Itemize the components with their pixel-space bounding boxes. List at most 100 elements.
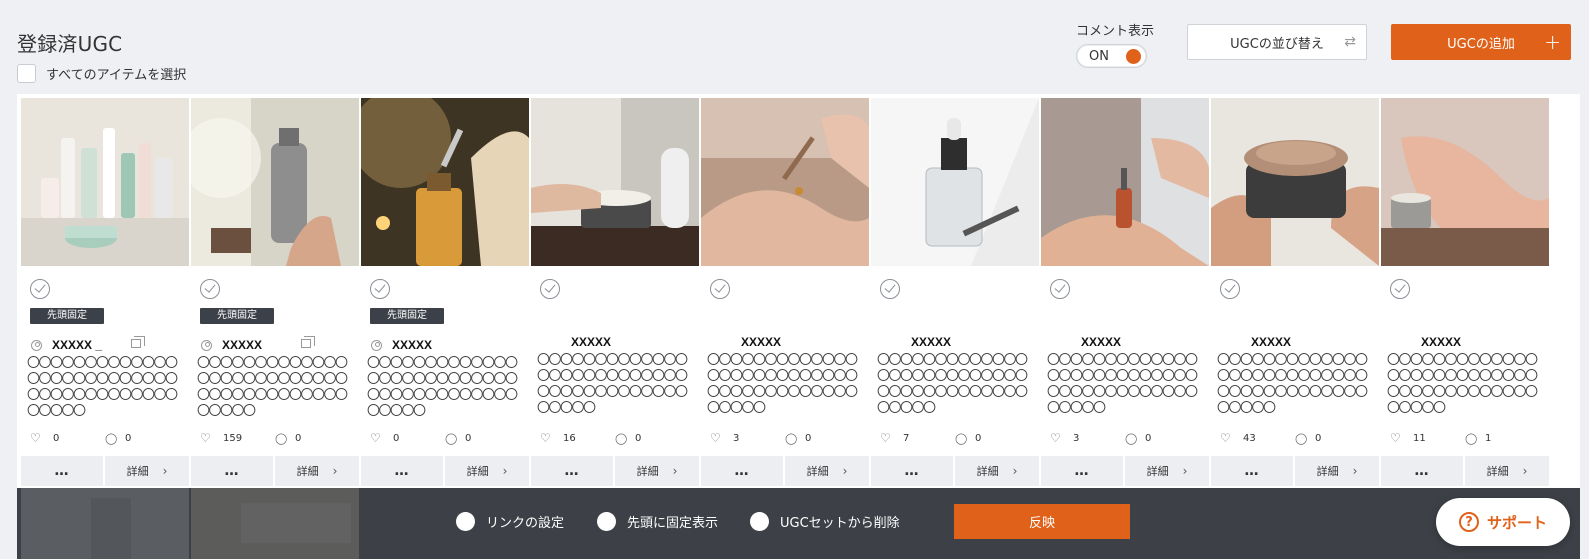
select-check-icon[interactable] [1220, 279, 1240, 299]
like-count: 159 [223, 432, 243, 444]
select-all-checkbox[interactable] [17, 64, 36, 83]
chevron-right-icon: › [1352, 464, 1358, 478]
detail-button[interactable]: 詳細 › [1465, 456, 1549, 486]
heart-icon: ♡ [30, 431, 41, 445]
detail-button[interactable]: 詳細 › [445, 456, 529, 486]
pinned-badge: 先頭固定 [370, 308, 444, 324]
select-check-icon[interactable] [200, 279, 220, 299]
help-icon: ? [1458, 512, 1479, 532]
user-icon [201, 339, 212, 351]
support-label: サポート [1486, 513, 1547, 532]
comment-toggle-value: ON [1089, 48, 1109, 64]
select-check-icon[interactable] [710, 279, 730, 299]
ugc-thumbnail[interactable] [871, 98, 1039, 266]
chevron-right-icon: › [1012, 464, 1018, 478]
more-options-button[interactable]: … [361, 456, 443, 486]
detail-button[interactable]: 詳細 › [1125, 456, 1209, 486]
comment-count: 1 [1485, 432, 1492, 444]
more-options-button[interactable]: … [1211, 456, 1293, 486]
page-title: 登録済UGC [17, 32, 123, 56]
ugc-caption: 〇〇〇〇〇〇〇〇〇〇〇〇〇〇〇〇〇〇〇〇〇〇〇〇〇〇〇〇〇〇〇〇〇〇〇〇〇〇〇〇… [1047, 353, 1198, 416]
ugc-thumbnail[interactable] [191, 98, 359, 266]
card-actions: … 詳細 › [21, 456, 189, 486]
like-count: 3 [733, 432, 740, 444]
radio-circle[interactable] [597, 512, 616, 531]
ugc-card: XXXXX 〇〇〇〇〇〇〇〇〇〇〇〇〇〇〇〇〇〇〇〇〇〇〇〇〇〇〇〇〇〇〇〇〇〇… [701, 98, 869, 487]
select-all-label: すべてのアイテムを選択 [46, 68, 187, 83]
support-button[interactable]: ? サポート [1436, 498, 1570, 546]
more-options-button[interactable]: … [531, 456, 613, 486]
user-row: XXXXX [1391, 334, 1461, 350]
engagement-stats: ♡ 3 ◯ 0 [1050, 431, 1151, 445]
select-check-icon[interactable] [370, 279, 390, 299]
bulk-action-bar: リンクの設定 先頭に固定表示 UGCセットから削除 反映 [17, 488, 1580, 559]
select-check-icon[interactable] [540, 279, 560, 299]
ugc-thumbnail[interactable] [701, 98, 869, 266]
select-check-icon[interactable] [1050, 279, 1070, 299]
detail-label: 詳細 [806, 465, 829, 478]
ugc-card: XXXXX 〇〇〇〇〇〇〇〇〇〇〇〇〇〇〇〇〇〇〇〇〇〇〇〇〇〇〇〇〇〇〇〇〇〇… [871, 98, 1039, 487]
ugc-caption: 〇〇〇〇〇〇〇〇〇〇〇〇〇〇〇〇〇〇〇〇〇〇〇〇〇〇〇〇〇〇〇〇〇〇〇〇〇〇〇〇… [707, 353, 858, 416]
radio-link-setting[interactable]: リンクの設定 [456, 512, 564, 531]
ugc-thumbnail[interactable] [1041, 98, 1209, 266]
ugc-card: XXXXX 〇〇〇〇〇〇〇〇〇〇〇〇〇〇〇〇〇〇〇〇〇〇〇〇〇〇〇〇〇〇〇〇〇〇… [1381, 98, 1549, 487]
detail-button[interactable]: 詳細 › [785, 456, 869, 486]
comment-toggle[interactable]: ON [1076, 44, 1147, 68]
toggle-knob [1126, 49, 1141, 64]
select-all[interactable]: すべてのアイテムを選択 [17, 64, 186, 83]
more-options-button[interactable]: … [871, 456, 953, 486]
select-check-icon[interactable] [1390, 279, 1410, 299]
card-actions: … 詳細 › [1041, 456, 1209, 486]
select-check-icon[interactable] [880, 279, 900, 299]
ghost-thumbnail [191, 488, 359, 559]
heart-icon: ♡ [1390, 431, 1401, 445]
user-row: XXXXX [541, 334, 611, 350]
chevron-right-icon: › [162, 464, 168, 478]
user-row: XXXXX [881, 334, 951, 350]
detail-button[interactable]: 詳細 › [275, 456, 359, 486]
engagement-stats: ♡ 0 ◯ 0 [370, 431, 471, 445]
ugc-thumbnail[interactable] [1381, 98, 1549, 266]
ugc-thumbnail[interactable] [21, 98, 189, 266]
more-options-button[interactable]: … [1041, 456, 1123, 486]
comment-icon: ◯ [445, 431, 458, 445]
more-options-button[interactable]: … [1381, 456, 1463, 486]
chevron-right-icon: › [1182, 464, 1188, 478]
username: XXXXX [222, 338, 263, 352]
user-icon [371, 339, 382, 351]
like-count: 43 [1243, 432, 1256, 444]
detail-button[interactable]: 詳細 › [1295, 456, 1379, 486]
detail-button[interactable]: 詳細 › [615, 456, 699, 486]
card-actions: … 詳細 › [191, 456, 359, 486]
select-check-icon[interactable] [30, 279, 50, 299]
add-ugc-button[interactable]: UGCの追加 + [1391, 24, 1571, 60]
chevron-right-icon: › [1522, 464, 1528, 478]
more-options-button[interactable]: … [21, 456, 103, 486]
engagement-stats: ♡ 7 ◯ 0 [880, 431, 981, 445]
more-options-button[interactable]: … [701, 456, 783, 486]
radio-circle[interactable] [750, 512, 769, 531]
apply-button[interactable]: 反映 [954, 504, 1130, 539]
user-row: XXXXX [371, 337, 432, 353]
heart-icon: ♡ [710, 431, 721, 445]
more-options-button[interactable]: … [191, 456, 273, 486]
radio-circle[interactable] [456, 512, 475, 531]
engagement-stats: ♡ 11 ◯ 1 [1390, 431, 1491, 445]
sort-ugc-button[interactable]: UGCの並び替え ⇄ [1187, 24, 1367, 60]
radio-pin-top[interactable]: 先頭に固定表示 [597, 512, 718, 531]
detail-label: 詳細 [466, 465, 489, 478]
user-row: XXXXX [711, 334, 781, 350]
detail-button[interactable]: 詳細 › [955, 456, 1039, 486]
username: XXXXX [571, 335, 612, 349]
detail-button[interactable]: 詳細 › [105, 456, 189, 486]
comment-count: 0 [635, 432, 642, 444]
ugc-card: 先頭固定 XXXXX 〇〇〇〇〇〇〇〇〇〇〇〇〇〇〇〇〇〇〇〇〇〇〇〇〇〇〇〇〇… [361, 98, 529, 487]
chevron-right-icon: › [672, 464, 678, 478]
detail-label: 詳細 [296, 465, 319, 478]
ugc-card: XXXXX 〇〇〇〇〇〇〇〇〇〇〇〇〇〇〇〇〇〇〇〇〇〇〇〇〇〇〇〇〇〇〇〇〇〇… [1211, 98, 1379, 487]
ugc-thumbnail[interactable] [1211, 98, 1379, 266]
radio-remove-from-set[interactable]: UGCセットから削除 [750, 512, 900, 531]
username: XXXXX [911, 335, 952, 349]
ugc-thumbnail[interactable] [531, 98, 699, 266]
ugc-thumbnail[interactable] [361, 98, 529, 266]
